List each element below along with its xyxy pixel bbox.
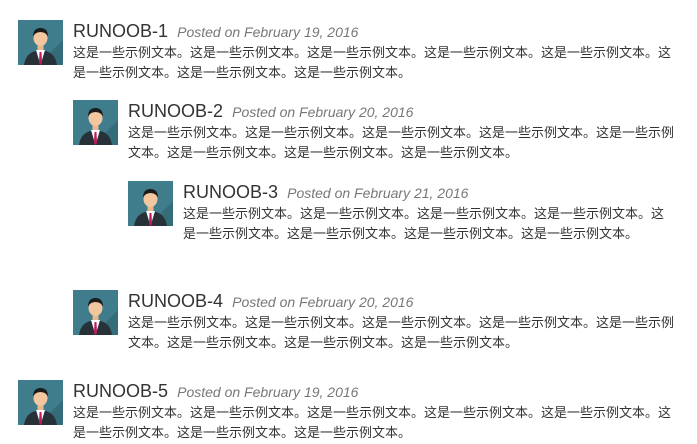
comment-text: 这是一些示例文本。这是一些示例文本。这是一些示例文本。这是一些示例文本。这是一些… [183,207,665,242]
user-avatar-icon [73,290,118,335]
comment-heading: RUNOOB-5 Posted on February 19, 2016 [73,380,678,404]
user-avatar-icon [128,181,173,226]
comment-text: 这是一些示例文本。这是一些示例文本。这是一些示例文本。这是一些示例文本。这是一些… [128,126,675,161]
comment-author: RUNOOB-1 [73,21,169,41]
comment-author: RUNOOB-2 [128,101,224,121]
comment-heading: RUNOOB-4 Posted on February 20, 2016 [128,290,678,314]
comment-body: RUNOOB-4 Posted on February 20, 2016 这是一… [128,290,678,354]
comment-text: 这是一些示例文本。这是一些示例文本。这是一些示例文本。这是一些示例文本。这是一些… [73,406,672,441]
comment-author: RUNOOB-4 [128,291,224,311]
comment-heading: RUNOOB-3 Posted on February 21, 2016 [183,181,673,205]
user-avatar-icon [18,380,63,425]
user-avatar-icon [18,20,63,65]
user-avatar-icon [73,100,118,145]
comment-date: Posted on February 20, 2016 [232,294,414,310]
comment-heading: RUNOOB-1 Posted on February 19, 2016 [73,20,678,44]
comment-text: 这是一些示例文本。这是一些示例文本。这是一些示例文本。这是一些示例文本。这是一些… [73,46,672,81]
comment-body: RUNOOB-2 Posted on February 20, 2016 这是一… [128,100,678,164]
comment-date: Posted on February 19, 2016 [177,24,359,40]
comment-heading: RUNOOB-2 Posted on February 20, 2016 [128,100,678,124]
comment-body: RUNOOB-3 Posted on February 21, 2016 这是一… [183,181,673,245]
comment-body: RUNOOB-1 Posted on February 19, 2016 这是一… [73,20,678,84]
comment-author: RUNOOB-3 [183,182,279,202]
comment-author: RUNOOB-5 [73,381,169,401]
comment-date: Posted on February 21, 2016 [287,185,469,201]
comment-body: RUNOOB-5 Posted on February 19, 2016 这是一… [73,380,678,444]
comment-date: Posted on February 19, 2016 [177,384,359,400]
comment-date: Posted on February 20, 2016 [232,104,414,120]
comment-text: 这是一些示例文本。这是一些示例文本。这是一些示例文本。这是一些示例文本。这是一些… [128,316,675,351]
